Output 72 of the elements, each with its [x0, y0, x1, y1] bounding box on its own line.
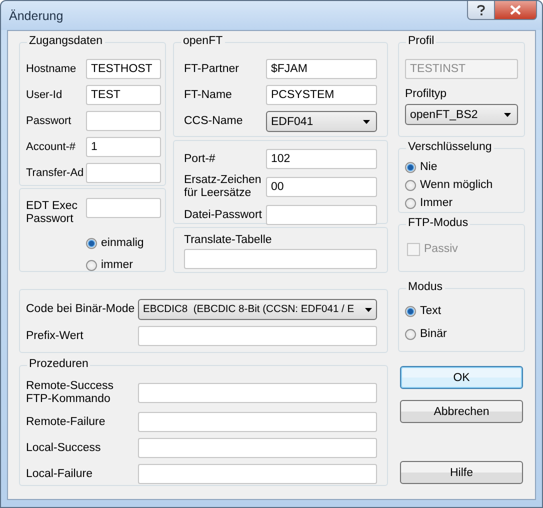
- caret-icon: [365, 308, 372, 312]
- radio-label[interactable]: immer: [101, 259, 133, 271]
- field-label: Translate-Tabelle: [184, 234, 273, 247]
- radio-label[interactable]: Text: [420, 305, 442, 317]
- field-label: Ersatz-Zeichen für Leersätze: [184, 174, 262, 200]
- text-field[interactable]: 102: [266, 149, 377, 169]
- radio-button[interactable]: [405, 328, 416, 340]
- text-field[interactable]: TESTHOST: [86, 59, 161, 79]
- caret-icon: [363, 120, 370, 124]
- radio-label[interactable]: Binär: [420, 328, 447, 340]
- text-field[interactable]: [138, 438, 377, 458]
- caret-icon: [504, 112, 511, 116]
- dropdown[interactable]: EDF041: [266, 111, 377, 132]
- radio-label[interactable]: Immer: [420, 197, 453, 209]
- field-label: Port-#: [184, 152, 216, 166]
- field-label: Code bei Binär-Mode: [26, 303, 136, 316]
- field-label: Local-Failure: [26, 468, 94, 480]
- radio-button[interactable]: [86, 238, 97, 248]
- field-label: EDT Exec Passwort: [26, 199, 79, 226]
- field-label: Account-#: [26, 140, 77, 154]
- dialog-button[interactable]: Abbrechen: [400, 400, 523, 423]
- field-label: Remote-Success FTP-Kommando: [26, 380, 115, 406]
- group-title: Prozeduren: [27, 358, 90, 370]
- group-title: Zugangsdaten: [27, 35, 105, 47]
- dialog-button[interactable]: Hilfe: [400, 461, 523, 484]
- help-button[interactable]: [467, 1, 495, 20]
- field-label: FT-Partner: [184, 62, 240, 76]
- dialog-button[interactable]: OK: [400, 366, 523, 389]
- text-field[interactable]: [86, 111, 161, 131]
- radio-button[interactable]: [405, 306, 416, 316]
- field-label: Datei-Passwort: [184, 208, 263, 222]
- text-field[interactable]: TEST: [86, 85, 161, 105]
- field-label: Hostname: [26, 62, 78, 76]
- text-field[interactable]: [266, 205, 377, 225]
- text-field[interactable]: [86, 198, 161, 218]
- radio-button[interactable]: [405, 198, 416, 208]
- text-field[interactable]: 00: [266, 177, 377, 197]
- group-title: openFT: [181, 35, 225, 47]
- field-label: CCS-Name: [184, 115, 244, 128]
- radio-label[interactable]: einmalig: [101, 237, 144, 249]
- text-field[interactable]: [138, 326, 377, 346]
- field-label: Profiltyp: [405, 88, 448, 101]
- radio-button[interactable]: [405, 180, 416, 190]
- field-label: Prefix-Wert: [26, 330, 84, 342]
- close-icon: [510, 5, 521, 15]
- text-field[interactable]: [86, 163, 161, 183]
- radio-button[interactable]: [405, 162, 416, 172]
- field-label: Remote-Failure: [26, 416, 106, 428]
- field-label: FT-Name: [184, 88, 233, 102]
- text-field[interactable]: [138, 464, 377, 484]
- group-title: FTP-Modus: [406, 217, 470, 229]
- field-label: Local-Success: [26, 442, 102, 454]
- text-field[interactable]: [184, 249, 377, 269]
- window-title: Änderung: [9, 8, 64, 22]
- close-button[interactable]: [495, 1, 537, 20]
- text-field[interactable]: [138, 412, 377, 432]
- text-field[interactable]: [138, 383, 377, 403]
- group-title: Verschlüsselung: [406, 141, 494, 153]
- text-field[interactable]: PCSYSTEM: [266, 85, 377, 105]
- help-icon: [477, 4, 485, 16]
- radio-button[interactable]: [86, 260, 97, 270]
- radio-label[interactable]: Nie: [420, 161, 438, 173]
- group-title: Profil: [406, 35, 436, 47]
- text-field[interactable]: $FJAM: [266, 59, 377, 79]
- dropdown[interactable]: openFT_BS2: [405, 104, 518, 125]
- radio-label[interactable]: Wenn möglich: [420, 179, 493, 191]
- field-label: Passwort: [26, 114, 72, 128]
- dropdown[interactable]: EBCDIC8 (EBCDIC 8-Bit (CCSN: EDF041 / E: [138, 299, 377, 320]
- group-title: Modus: [406, 281, 445, 293]
- field-label: Transfer-Ad: [26, 166, 85, 180]
- field-label: User-Id: [26, 88, 64, 102]
- text-field[interactable]: 1: [86, 137, 161, 157]
